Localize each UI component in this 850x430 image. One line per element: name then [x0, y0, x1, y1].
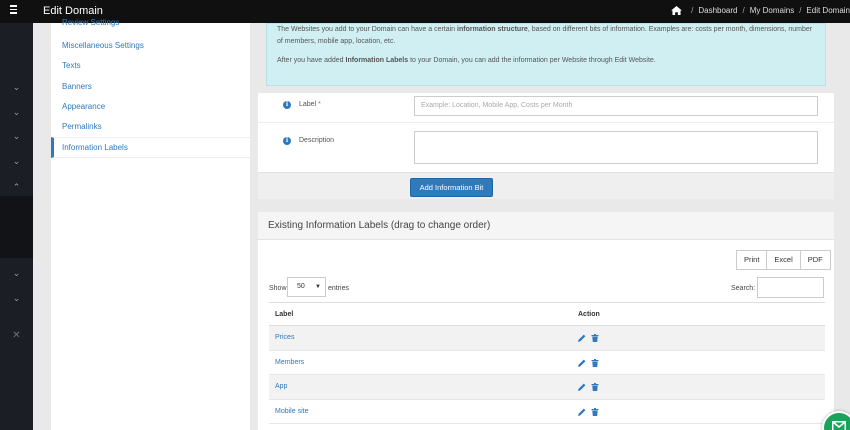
- add-information-bit-button[interactable]: Add Information Bit: [410, 178, 493, 197]
- column-header-action: Action: [578, 311, 600, 318]
- chevron-up-icon[interactable]: ⌃: [0, 182, 33, 192]
- table-row[interactable]: Members: [269, 351, 825, 375]
- info-paragraph-structure: The Websites you add to your Domain can …: [277, 26, 813, 45]
- info-icon: i: [283, 137, 291, 145]
- row-actions: [578, 358, 599, 367]
- label-row: i Label * Example: Location, Mobile App,…: [258, 93, 834, 123]
- print-button[interactable]: Print: [736, 250, 768, 270]
- submenu-item-appearance[interactable]: Appearance: [51, 97, 250, 117]
- existing-labels-panel: Existing Information Labels (drag to cha…: [258, 212, 834, 430]
- description-textarea[interactable]: [414, 131, 818, 164]
- breadcrumb-separator: /: [691, 6, 694, 15]
- list-title: Existing Information Labels (drag to cha…: [258, 212, 834, 240]
- label-field-label: Label *: [299, 101, 321, 108]
- chevron-down-icon[interactable]: ⌄: [0, 156, 33, 166]
- trash-icon[interactable]: [591, 407, 599, 416]
- show-label: Show: [269, 285, 287, 292]
- breadcrumb-edit-domain: Edit Domain: [806, 6, 850, 15]
- search-input[interactable]: [757, 277, 824, 298]
- table-row[interactable]: App: [269, 375, 825, 400]
- row-actions: [578, 407, 599, 416]
- edit-pencil-icon[interactable]: [578, 408, 586, 416]
- label-input[interactable]: Example: Location, Mobile App, Costs per…: [414, 96, 818, 116]
- submenu-item-banners[interactable]: Banners: [51, 77, 250, 97]
- close-icon[interactable]: ✕: [0, 330, 33, 341]
- table-row[interactable]: Prices: [269, 326, 825, 351]
- row-label[interactable]: App: [275, 375, 287, 399]
- breadcrumb-separator: /: [799, 6, 802, 15]
- breadcrumb: / Dashboard / My Domains / Edit Domain: [671, 6, 850, 15]
- settings-submenu: Review Settings Miscellaneous Settings T…: [51, 18, 250, 430]
- description-field-label: Description: [299, 137, 335, 144]
- submenu-item-review-settings[interactable]: Review Settings: [51, 16, 250, 30]
- home-icon[interactable]: [671, 6, 683, 15]
- info-alert: The Websites you add to your Domain can …: [266, 23, 826, 86]
- chevron-down-icon[interactable]: ⌄: [0, 293, 33, 303]
- row-actions: [578, 383, 599, 391]
- trash-icon[interactable]: [591, 358, 599, 367]
- breadcrumb-my-domains[interactable]: My Domains: [750, 6, 794, 15]
- submenu-item-permalinks[interactable]: Permalinks: [51, 117, 250, 137]
- row-actions: [578, 334, 599, 342]
- row-label[interactable]: Prices: [275, 326, 294, 350]
- table-row[interactable]: Mobile site: [269, 400, 825, 424]
- table-header: Label Action: [269, 302, 825, 326]
- submenu-item-miscellaneous-settings[interactable]: Miscellaneous Settings: [51, 36, 250, 56]
- row-label[interactable]: Mobile site: [275, 400, 308, 424]
- trash-icon[interactable]: [591, 334, 599, 342]
- info-paragraph-labels: After you have added Information Labels …: [277, 57, 656, 64]
- chevron-down-icon[interactable]: ⌄: [0, 82, 33, 92]
- excel-button[interactable]: Excel: [767, 250, 801, 270]
- export-buttons: Print Excel PDF: [736, 250, 831, 270]
- chevron-down-icon[interactable]: ⌄: [0, 268, 33, 278]
- breadcrumb-separator: /: [742, 6, 745, 15]
- edit-pencil-icon[interactable]: [578, 334, 586, 342]
- entries-label: entries: [328, 285, 350, 292]
- submenu-item-texts[interactable]: Texts: [51, 56, 250, 76]
- breadcrumb-dashboard[interactable]: Dashboard: [698, 6, 737, 15]
- column-header-label[interactable]: Label: [275, 303, 293, 326]
- left-rail: ⌄ ⌄ ⌄ ⌄ ⌃ ⌄ ⌄ ✕: [0, 0, 33, 430]
- description-row: i Description: [258, 123, 834, 171]
- edit-pencil-icon[interactable]: [578, 383, 586, 391]
- hamburger-menu-icon[interactable]: [10, 5, 18, 15]
- chevron-down-icon[interactable]: ⌄: [0, 107, 33, 117]
- form-actions: Add Information Bit: [258, 172, 834, 199]
- add-label-form: i Label * Example: Location, Mobile App,…: [258, 93, 834, 199]
- info-icon: i: [283, 101, 291, 109]
- rail-active-section: [0, 196, 33, 258]
- pdf-button[interactable]: PDF: [800, 250, 831, 270]
- trash-icon[interactable]: [591, 383, 599, 391]
- chevron-down-icon[interactable]: ⌄: [0, 131, 33, 141]
- labels-table: Label Action Prices Members App Mobile s…: [269, 302, 825, 424]
- edit-pencil-icon[interactable]: [578, 359, 586, 367]
- entries-value: 50: [297, 283, 305, 290]
- entries-select[interactable]: 50 ▼: [287, 277, 326, 297]
- submenu-item-information-labels[interactable]: Information Labels: [51, 137, 250, 158]
- row-label[interactable]: Members: [275, 351, 304, 375]
- search-label: Search:: [731, 285, 756, 292]
- mail-icon: [832, 421, 846, 430]
- select-caret-icon: ▼: [315, 284, 321, 290]
